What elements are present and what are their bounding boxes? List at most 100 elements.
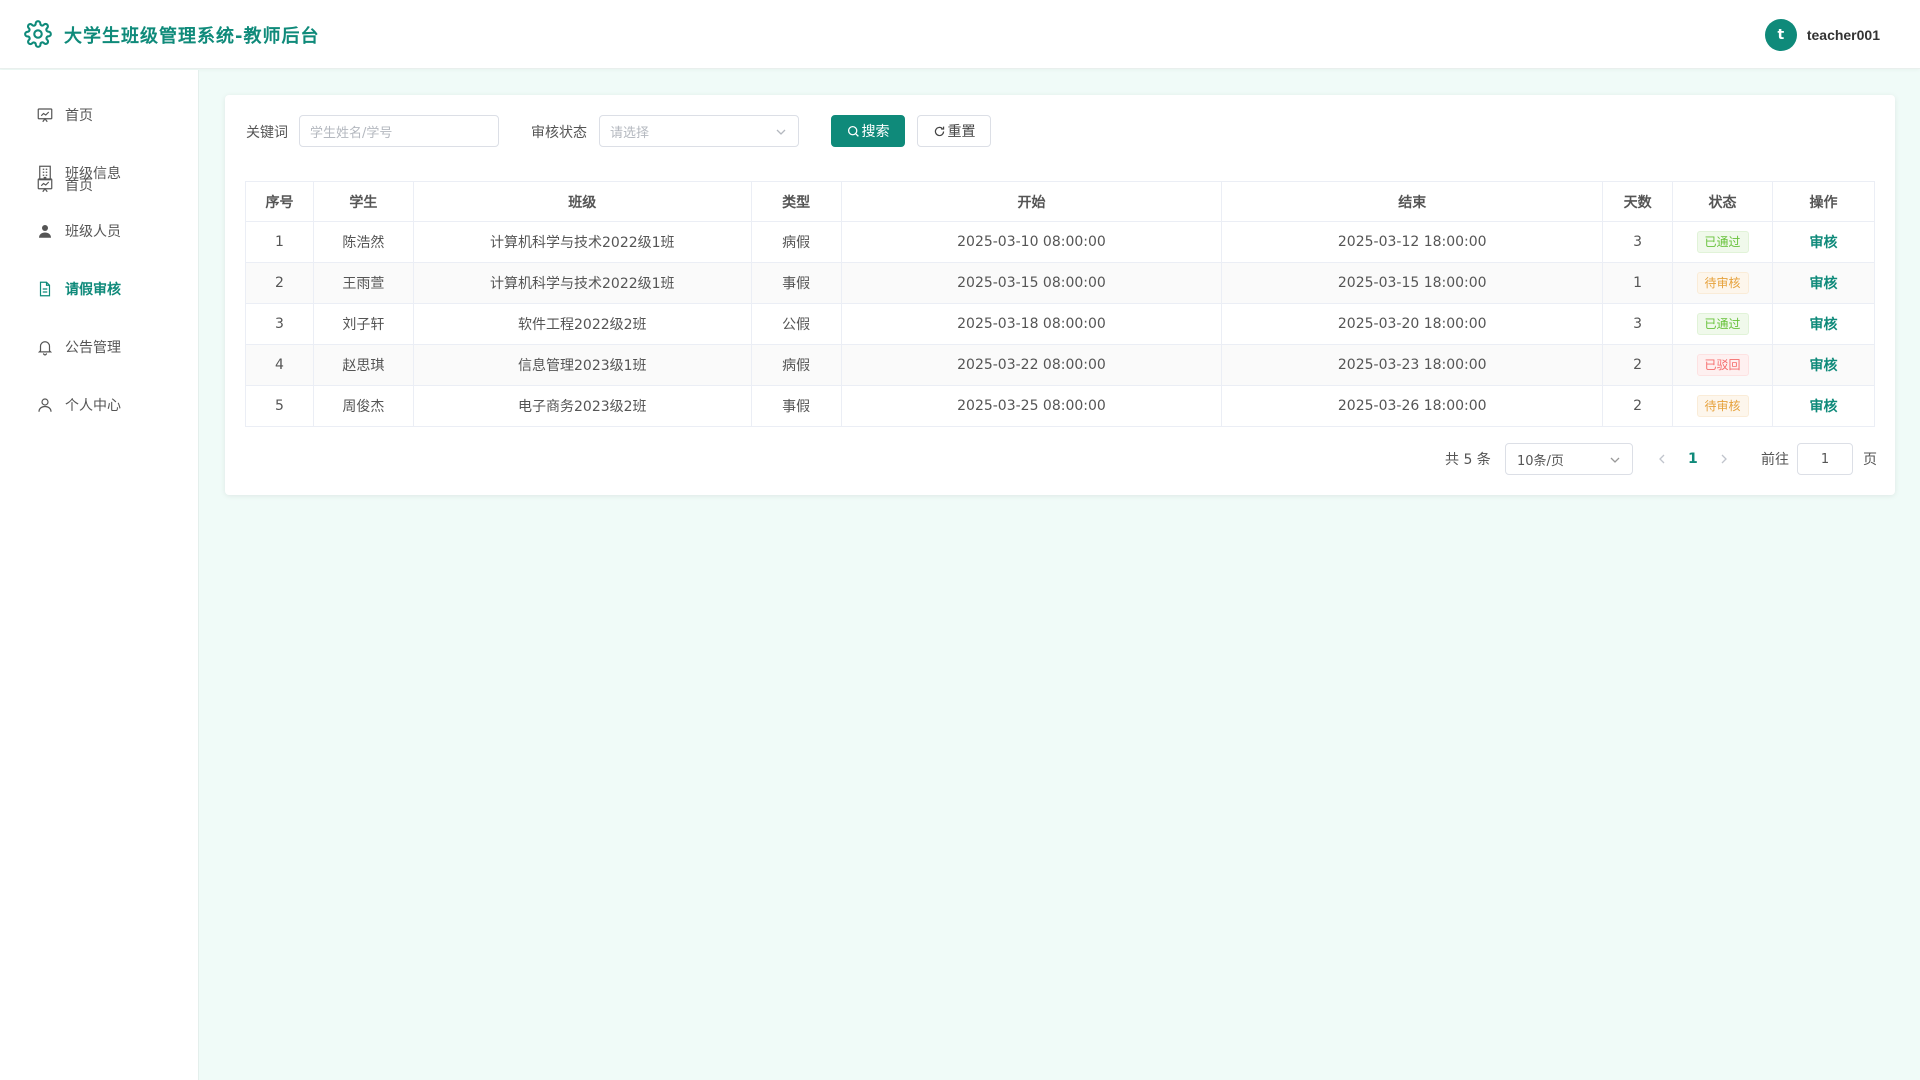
user-outline-icon bbox=[38, 398, 52, 412]
page-size-value: 10条/页 bbox=[1517, 453, 1564, 469]
leave-review-card: 关键词 学生姓名/学号 审核状态 请选择 搜索 重置 序号 学生 班级 类型 开… bbox=[225, 95, 1895, 495]
review-link[interactable]: 审核 bbox=[1810, 317, 1838, 333]
review-link[interactable]: 审核 bbox=[1810, 358, 1838, 374]
cell-no: 3 bbox=[245, 303, 314, 345]
reset-button[interactable]: 重置 bbox=[917, 115, 991, 147]
cell-end: 2025-03-15 18:00:00 bbox=[1221, 262, 1604, 304]
table-header-row: 序号 学生 班级 类型 开始 结束 天数 状态 操作 bbox=[245, 181, 1875, 222]
review-link[interactable]: 审核 bbox=[1810, 235, 1838, 251]
sidebar-item-class-info[interactable]: 班级信息 bbox=[0, 144, 198, 202]
cell-end: 2025-03-12 18:00:00 bbox=[1221, 221, 1604, 263]
keyword-placeholder: 学生姓名/学号 bbox=[310, 125, 393, 141]
cell-no: 1 bbox=[245, 221, 314, 263]
cell-end: 2025-03-26 18:00:00 bbox=[1221, 385, 1604, 427]
cell-type: 病假 bbox=[750, 221, 842, 263]
status-badge: 已驳回 bbox=[1696, 354, 1749, 376]
table-row: 4 赵思琪 信息管理2023级1班 病假 2025-03-22 08:00:00… bbox=[245, 344, 1875, 386]
gear-icon bbox=[24, 20, 52, 48]
column-header: 班级 bbox=[412, 181, 752, 222]
review-link[interactable]: 审核 bbox=[1810, 399, 1838, 415]
status-label: 审核状态 bbox=[531, 125, 587, 141]
search-icon bbox=[847, 125, 859, 137]
sidebar-item-label: 班级人员 bbox=[65, 224, 121, 240]
cell-type: 公假 bbox=[750, 303, 842, 345]
cell-student: 周俊杰 bbox=[312, 385, 414, 427]
cell-start: 2025-03-25 08:00:00 bbox=[840, 385, 1223, 427]
sidebar-item-announcements[interactable]: 公告管理 bbox=[0, 318, 198, 376]
cell-type: 事假 bbox=[750, 385, 842, 427]
cell-class: 电子商务2023级2班 bbox=[412, 385, 752, 427]
reset-button-label: 重置 bbox=[947, 124, 976, 140]
keyword-input[interactable]: 学生姓名/学号 bbox=[299, 115, 499, 147]
goto-label: 前往 bbox=[1761, 452, 1789, 468]
status-placeholder: 请选择 bbox=[610, 125, 650, 141]
cell-start: 2025-03-18 08:00:00 bbox=[840, 303, 1223, 345]
total-count: 共 5 条 bbox=[1445, 452, 1491, 468]
chevron-left-icon bbox=[1659, 454, 1665, 464]
top-header: 大学生班级管理系统-教师后台 t teacher001 bbox=[0, 0, 1920, 69]
cell-days: 3 bbox=[1602, 303, 1674, 345]
prev-page-button[interactable] bbox=[1657, 443, 1667, 475]
sidebar-item-profile[interactable]: 个人中心 bbox=[0, 376, 198, 434]
refresh-icon bbox=[934, 126, 944, 136]
dashboard-icon bbox=[37, 108, 53, 123]
keyword-label: 关键词 bbox=[246, 125, 288, 141]
sidebar-item-label: 个人中心 bbox=[65, 398, 121, 414]
cell-class: 计算机科学与技术2022级1班 bbox=[412, 262, 752, 304]
column-header: 结束 bbox=[1221, 181, 1604, 222]
cell-status: 已驳回 bbox=[1672, 344, 1774, 386]
cell-student: 王雨萱 bbox=[312, 262, 414, 304]
cell-action: 审核 bbox=[1772, 221, 1875, 263]
cell-end: 2025-03-20 18:00:00 bbox=[1221, 303, 1604, 345]
cell-action: 审核 bbox=[1772, 303, 1875, 345]
document-icon bbox=[39, 281, 51, 297]
username[interactable]: teacher001 bbox=[1807, 27, 1880, 43]
status-badge: 已通过 bbox=[1696, 231, 1749, 253]
page-suffix: 页 bbox=[1863, 452, 1877, 468]
cell-days: 2 bbox=[1602, 385, 1674, 427]
sidebar-item-label: 班级信息 bbox=[65, 166, 121, 182]
cell-days: 2 bbox=[1602, 344, 1674, 386]
cell-class: 计算机科学与技术2022级1班 bbox=[412, 221, 752, 263]
cell-status: 已通过 bbox=[1672, 221, 1774, 263]
cell-class: 信息管理2023级1班 bbox=[412, 344, 752, 386]
cell-type: 病假 bbox=[750, 344, 842, 386]
table-row: 3 刘子轩 软件工程2022级2班 公假 2025-03-18 08:00:00… bbox=[245, 303, 1875, 345]
sidebar-item-label: 首页 bbox=[65, 108, 93, 124]
table-row: 2 王雨萱 计算机科学与技术2022级1班 事假 2025-03-15 08:0… bbox=[245, 262, 1875, 304]
sidebar-item-home[interactable]: 首页 bbox=[0, 86, 198, 144]
goto-page-input[interactable]: 1 bbox=[1797, 443, 1853, 475]
cell-days: 1 bbox=[1602, 262, 1674, 304]
cell-start: 2025-03-15 08:00:00 bbox=[840, 262, 1223, 304]
status-select[interactable]: 请选择 bbox=[599, 115, 799, 147]
cell-student: 赵思琪 bbox=[312, 344, 414, 386]
leave-table: 序号 学生 班级 类型 开始 结束 天数 状态 操作 1 陈浩然 计算机科学与技… bbox=[245, 181, 1875, 427]
sidebar-item-label: 公告管理 bbox=[65, 340, 121, 356]
app-title: 大学生班级管理系统-教师后台 bbox=[64, 26, 320, 47]
chevron-down-icon bbox=[1610, 457, 1620, 463]
sidebar-item-class-members[interactable]: 班级人员 bbox=[0, 202, 198, 260]
column-header: 类型 bbox=[750, 181, 842, 222]
sidebar-item-leave-review[interactable]: 请假审核 bbox=[0, 260, 198, 318]
search-button[interactable]: 搜索 bbox=[831, 115, 905, 147]
cell-class: 软件工程2022级2班 bbox=[412, 303, 752, 345]
status-badge: 待审核 bbox=[1696, 272, 1749, 294]
bell-icon bbox=[37, 341, 53, 356]
table-row: 1 陈浩然 计算机科学与技术2022级1班 病假 2025-03-10 08:0… bbox=[245, 221, 1875, 263]
status-badge: 已通过 bbox=[1696, 313, 1749, 335]
user-menu[interactable]: t teacher001 bbox=[1764, 19, 1880, 51]
page-size-select[interactable]: 10条/页 bbox=[1505, 443, 1633, 475]
page-number-current[interactable]: 1 bbox=[1688, 443, 1698, 475]
chevron-down-icon bbox=[776, 129, 786, 135]
review-link[interactable]: 审核 bbox=[1810, 276, 1838, 292]
cell-start: 2025-03-10 08:00:00 bbox=[840, 221, 1223, 263]
cell-end: 2025-03-23 18:00:00 bbox=[1221, 344, 1604, 386]
avatar[interactable]: t bbox=[1764, 19, 1797, 51]
goto-page-value: 1 bbox=[1820, 451, 1830, 467]
cell-action: 审核 bbox=[1772, 262, 1875, 304]
column-header: 天数 bbox=[1602, 181, 1674, 222]
column-header: 序号 bbox=[245, 181, 314, 222]
cell-start: 2025-03-22 08:00:00 bbox=[840, 344, 1223, 386]
next-page-button[interactable] bbox=[1719, 443, 1729, 475]
sidebar-item-label: 请假审核 bbox=[65, 282, 121, 298]
